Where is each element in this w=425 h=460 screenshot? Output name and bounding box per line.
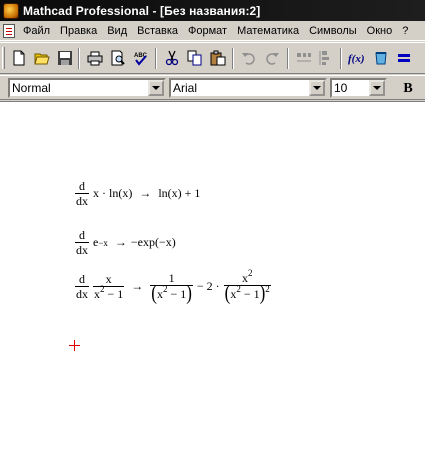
save-icon[interactable]: [56, 49, 74, 67]
standard-toolbar: ABC f(x): [0, 42, 425, 74]
derivative-operator: d dx: [75, 229, 89, 256]
menu-bar: Файл Правка Вид Вставка Формат Математик…: [0, 21, 425, 41]
fraction-denominator: x2 − 1: [93, 284, 125, 301]
font-select-value: Arial: [173, 81, 198, 95]
term2-denominator: (x2 − 1)2: [223, 280, 271, 305]
term2-outer-exponent: 2: [265, 284, 270, 294]
toolbar-grip[interactable]: [2, 47, 5, 69]
term2-numerator: x2: [241, 269, 254, 285]
menu-insert[interactable]: Вставка: [132, 25, 183, 37]
term1-denominator: (x2 − 1): [150, 280, 193, 305]
derivative-denominator: dx: [75, 242, 89, 257]
new-document-icon[interactable]: [10, 49, 28, 67]
chevron-down-icon[interactable]: [309, 80, 325, 96]
document-icon[interactable]: [3, 23, 15, 38]
math-region-1[interactable]: d dx x · ln(x) → ln(x) + 1: [75, 180, 200, 207]
toolbar-separator: [287, 48, 289, 69]
font-size-value: 10: [334, 81, 348, 95]
term2-den-rest: − 1: [240, 287, 260, 301]
menu-file[interactable]: Файл: [18, 25, 55, 37]
print-preview-icon[interactable]: [109, 49, 127, 67]
expression-result: ln(x) + 1: [158, 186, 201, 200]
crosshair-cursor-icon: [69, 340, 80, 351]
format-toolbar: Normal Arial 10 B: [0, 75, 425, 100]
menu-math[interactable]: Математика: [232, 25, 304, 37]
menu-format[interactable]: Формат: [183, 25, 232, 37]
symbolic-arrow: →: [114, 235, 127, 249]
spell-check-icon[interactable]: ABC: [132, 49, 150, 67]
menu-view[interactable]: Вид: [102, 25, 132, 37]
symbolic-arrow: →: [139, 186, 152, 200]
bold-button[interactable]: B: [398, 79, 418, 98]
derivative-numerator: d: [79, 271, 85, 286]
paste-icon[interactable]: [209, 49, 227, 67]
derivative-denominator: dx: [75, 285, 89, 301]
symbolic-arrow: →: [131, 278, 144, 293]
cut-icon[interactable]: [163, 49, 181, 67]
style-select-value: Normal: [12, 81, 51, 95]
denominator-rest: − 1: [104, 286, 124, 301]
mathcad-app-icon[interactable]: [3, 2, 19, 19]
menu-edit[interactable]: Правка: [55, 25, 102, 37]
expression-body: x · ln(x): [93, 186, 133, 200]
math-region-3[interactable]: d dx x x2 − 1 → 1 (x2 − 1) − 2 · x2 (x2 …: [75, 269, 271, 305]
term2-num-exponent: 2: [247, 268, 253, 278]
fraction-numerator: x: [105, 271, 112, 286]
insert-unit-icon[interactable]: [372, 49, 390, 67]
font-size-select[interactable]: 10: [330, 78, 387, 98]
redo-icon[interactable]: [263, 49, 281, 67]
insert-function-icon[interactable]: f(x): [348, 49, 366, 67]
result-term-1: 1 (x2 − 1): [150, 271, 193, 305]
menu-symbolics[interactable]: Символы: [304, 25, 362, 37]
undo-icon[interactable]: [240, 49, 258, 67]
open-folder-icon[interactable]: [33, 49, 51, 67]
toolbar-separator: [155, 48, 157, 69]
chevron-down-icon[interactable]: [369, 80, 385, 96]
menu-help[interactable]: ?: [397, 25, 413, 37]
align-horizontal-icon[interactable]: [295, 49, 313, 67]
term1-numerator: 1: [168, 271, 175, 285]
worksheet[interactable]: d dx x · ln(x) → ln(x) + 1 d dx e −x → −e…: [0, 101, 425, 460]
style-select[interactable]: Normal: [8, 78, 166, 98]
menu-window[interactable]: Окно: [362, 25, 398, 37]
chevron-down-icon[interactable]: [148, 80, 164, 96]
math-region-2[interactable]: d dx e −x → −exp(−x): [75, 229, 176, 256]
derivative-numerator: d: [79, 228, 85, 242]
derivative-operator: d dx: [75, 273, 89, 300]
toolbar-separator: [78, 48, 80, 69]
font-select[interactable]: Arial: [169, 78, 327, 98]
derivative-numerator: d: [79, 179, 85, 193]
print-icon[interactable]: [86, 49, 104, 67]
result-term-2: x2 (x2 − 1)2: [223, 269, 271, 305]
copy-icon[interactable]: [186, 49, 204, 67]
term1-den-rest: − 1: [167, 287, 187, 301]
title-bar: Mathcad Professional - [Без названия:2]: [0, 0, 425, 21]
align-vertical-icon[interactable]: [317, 49, 335, 67]
minus-two-times: − 2 ·: [196, 278, 220, 293]
toolbar-separator: [340, 48, 342, 69]
derivative-operator: d dx: [75, 180, 89, 207]
toolbar-separator: [232, 48, 234, 69]
expression-result: −exp(−x): [130, 235, 176, 249]
calculate-icon[interactable]: [395, 49, 413, 67]
input-fraction: x x2 − 1: [93, 271, 125, 301]
derivative-denominator: dx: [75, 193, 89, 208]
svg-text:f(x): f(x): [348, 53, 365, 65]
window-title: Mathcad Professional - [Без названия:2]: [23, 3, 261, 18]
